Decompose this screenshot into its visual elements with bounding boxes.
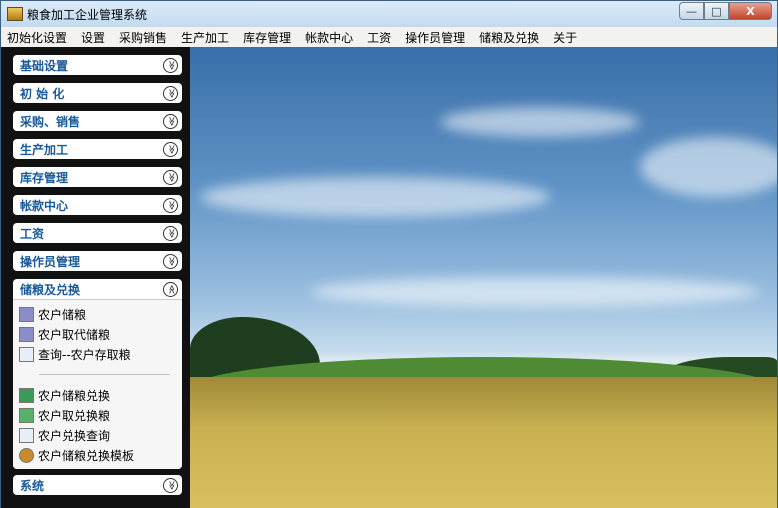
- panel-header[interactable]: 采购、销售 ≫: [13, 111, 182, 131]
- chevron-down-icon[interactable]: ≫: [163, 141, 178, 157]
- exchange-out-icon: [19, 407, 34, 423]
- menu-bar: 初始化设置 设置 采购销售 生产加工 库存管理 帐款中心 工资 操作员管理 储粮…: [1, 27, 777, 47]
- panel-0: 基础设置 ≫: [13, 55, 182, 75]
- panel-header[interactable]: 初 始 化 ≫: [13, 83, 182, 103]
- document-search-icon: [19, 427, 34, 443]
- panel-label: 操作员管理: [20, 254, 81, 269]
- exchange-icon: [19, 387, 34, 403]
- panel-header[interactable]: 操作员管理 ≫: [13, 251, 182, 271]
- chevron-down-icon[interactable]: ≫: [163, 169, 178, 185]
- nav-item[interactable]: 农户储粮兑换模板: [19, 445, 182, 465]
- document-search-icon: [19, 346, 34, 362]
- nav-item-label: 查询--农户存取粮: [38, 347, 131, 362]
- panel-header[interactable]: 库存管理 ≫: [13, 167, 182, 187]
- panel-header[interactable]: 生产加工 ≫: [13, 139, 182, 159]
- panel-header[interactable]: 系统 ≫: [13, 475, 182, 495]
- divider: [39, 374, 170, 375]
- panel-label: 帐款中心: [20, 198, 69, 213]
- menu-settings[interactable]: 设置: [81, 29, 105, 46]
- panel-7: 操作员管理 ≫: [13, 251, 182, 271]
- nav-item-label: 农户取代储粮: [38, 327, 111, 342]
- panel-header[interactable]: 帐款中心 ≫: [13, 195, 182, 215]
- panel-1: 初 始 化 ≫: [13, 83, 182, 103]
- window-title: 粮食加工企业管理系统: [27, 7, 148, 22]
- sidebar: 基础设置 ≫ 初 始 化 ≫ 采购、销售 ≫ 生产加工 ≫ 库存管理 ≫ 帐款中心 ≫ 工资 ≫ 操作员管理…: [1, 47, 190, 508]
- title-bar: 粮食加工企业管理系统 — □ X: [1, 1, 777, 27]
- menu-production[interactable]: 生产加工: [181, 29, 229, 46]
- panel-label: 初 始 化: [20, 86, 65, 101]
- folder-icon: [19, 326, 34, 342]
- menu-inventory[interactable]: 库存管理: [243, 29, 291, 46]
- chevron-down-icon[interactable]: ≫: [163, 57, 178, 73]
- menu-about[interactable]: 关于: [553, 29, 577, 46]
- panel-header[interactable]: 工资 ≫: [13, 223, 182, 243]
- app-icon: [7, 7, 23, 21]
- panel-label: 采购、销售: [20, 114, 81, 129]
- gear-icon: [19, 447, 34, 463]
- nav-item-label: 农户兑换查询: [38, 428, 111, 443]
- panel-system: 系统 ≫: [13, 475, 182, 495]
- nav-item[interactable]: 农户取代储粮: [19, 324, 182, 344]
- chevron-down-icon[interactable]: ≫: [163, 253, 178, 269]
- panel-label: 储粮及兑换: [20, 282, 81, 297]
- menu-wages[interactable]: 工资: [367, 29, 391, 46]
- menu-purchase-sales[interactable]: 采购销售: [119, 29, 167, 46]
- panel-3: 生产加工 ≫: [13, 139, 182, 159]
- app-window: 粮食加工企业管理系统 — □ X 初始化设置 设置 采购销售 生产加工 库存管理…: [0, 0, 778, 508]
- panel-header[interactable]: 储粮及兑换 ≪: [13, 279, 182, 299]
- panel-label: 生产加工: [20, 142, 69, 157]
- chevron-down-icon[interactable]: ≫: [163, 197, 178, 213]
- menu-init-settings[interactable]: 初始化设置: [7, 29, 67, 46]
- nav-item-label: 农户储粮兑换: [38, 388, 111, 403]
- panel-label: 系统: [20, 478, 45, 493]
- close-button[interactable]: X: [729, 2, 772, 20]
- panel-6: 工资 ≫: [13, 223, 182, 243]
- nav-item-label: 农户取兑换粮: [38, 408, 111, 423]
- minimize-button[interactable]: —: [679, 2, 704, 20]
- panel-4: 库存管理 ≫: [13, 167, 182, 187]
- chevron-down-icon[interactable]: ≫: [163, 477, 178, 493]
- background-landscape-image: [190, 47, 777, 508]
- nav-item[interactable]: 农户取兑换粮: [19, 405, 182, 425]
- menu-accounts[interactable]: 帐款中心: [305, 29, 353, 46]
- nav-item-label: 农户储粮兑换模板: [38, 448, 135, 463]
- nav-item[interactable]: 查询--农户存取粮: [19, 344, 182, 364]
- chevron-up-icon[interactable]: ≪: [163, 281, 178, 297]
- nav-item[interactable]: 农户储粮兑换: [19, 385, 182, 405]
- folder-icon: [19, 306, 34, 322]
- panel-label: 基础设置: [20, 58, 69, 73]
- maximize-button[interactable]: □: [704, 2, 729, 20]
- menu-operators[interactable]: 操作员管理: [405, 29, 465, 46]
- panel-grain-storage: 储粮及兑换 ≪ 农户储粮 农户取代储粮 查询--农户存取粮 农户储粮兑换 农户取兑换粮农…: [13, 279, 182, 469]
- panel-2: 采购、销售 ≫: [13, 111, 182, 131]
- chevron-down-icon[interactable]: ≫: [163, 85, 178, 101]
- chevron-down-icon[interactable]: ≫: [163, 225, 178, 241]
- panel-header[interactable]: 基础设置 ≫: [13, 55, 182, 75]
- menu-grain-storage[interactable]: 储粮及兑换: [479, 29, 539, 46]
- nav-item[interactable]: 农户储粮: [19, 304, 182, 324]
- panel-5: 帐款中心 ≫: [13, 195, 182, 215]
- chevron-down-icon[interactable]: ≫: [163, 113, 178, 129]
- panel-label: 工资: [20, 226, 45, 241]
- nav-item[interactable]: 农户兑换查询: [19, 425, 182, 445]
- panel-label: 库存管理: [20, 170, 69, 185]
- nav-item-label: 农户储粮: [38, 307, 87, 322]
